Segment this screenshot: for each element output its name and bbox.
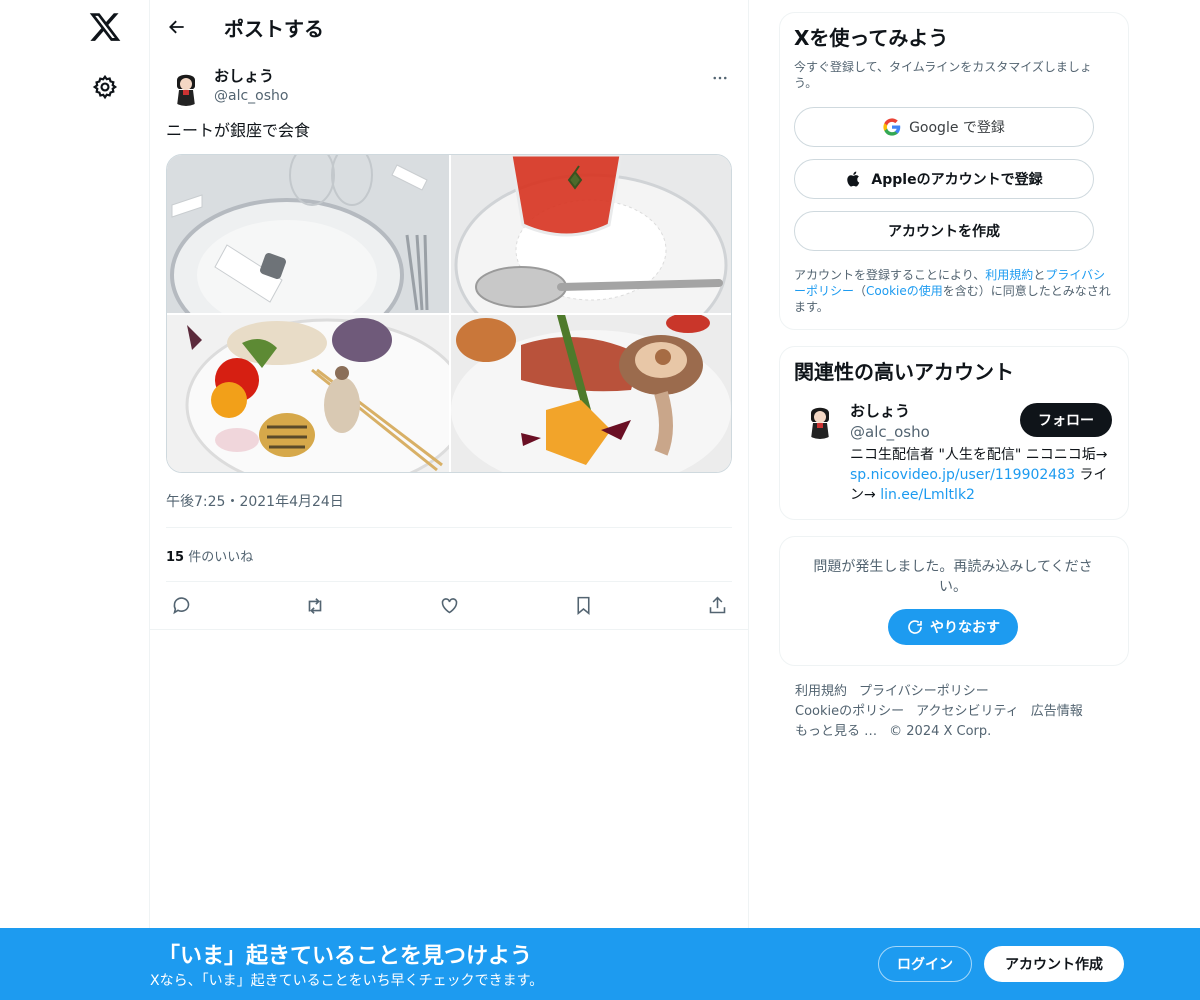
post-actions [150,582,748,630]
bookmark-icon[interactable] [572,595,594,617]
apple-signup-button[interactable]: Appleのアカウントで登録 [794,159,1094,199]
footer-row-2: Cookieのポリシー アクセシビリティ 広告情報 [795,702,1129,722]
post-media-grid [166,154,732,473]
top-bar: ポストする [150,0,748,54]
post: おしょう @alc_osho ニートが銀座で会食 午後7:25・2021年4月2… [150,66,748,630]
related-avatar[interactable] [800,399,840,439]
main-column: ポストする おしょう @alc_osho ニートが銀座で会食 午後7:25・20… [149,0,749,1000]
page-title: ポストする [224,16,324,41]
author-display-name[interactable]: おしょう [214,66,288,86]
apple-signup-label: Appleのアカウントで登録 [871,172,1043,188]
footer-more-link[interactable]: もっと見る … [795,724,877,739]
bio-link-nicovideo[interactable]: sp.nicovideo.jp/user/119902483 [850,467,1075,483]
gear-icon[interactable] [92,74,118,100]
signup-title: Xを使ってみよう [794,26,949,50]
bio-link-line[interactable]: lin.ee/Lmltlk2 [880,487,975,503]
footer-row-1: 利用規約 プライバシーポリシー [795,682,1129,702]
back-arrow-icon[interactable] [166,16,188,38]
signup-card: Xを使ってみよう 今すぐ登録して、タイムラインをカスタマイズしましょう。 Goo… [779,12,1129,330]
post-text: ニートが銀座で会食 [166,121,311,140]
like-icon[interactable] [438,595,460,617]
share-icon[interactable] [706,595,728,617]
post-photo-2[interactable] [451,155,731,313]
likes-count[interactable]: 15 件のいいね [166,528,732,582]
footer-links: 利用規約 プライバシーポリシー Cookieのポリシー アクセシビリティ 広告情報 も… [779,682,1129,742]
related-title: 関連性の高いアカウント [794,360,1014,384]
footer-privacy-link[interactable]: プライバシーポリシー [859,684,989,699]
footer-cookie-link[interactable]: Cookieのポリシー [795,704,904,719]
legal-and: と [1033,268,1046,282]
terms-link[interactable]: 利用規約 [985,268,1033,282]
create-account-label: アカウントを作成 [888,224,1000,240]
signup-legal-text: アカウントを登録することにより、利用規約とプライバシーポリシー（Cookieの使… [794,267,1112,315]
repost-icon[interactable] [304,595,326,617]
bio-prefix: ニコ生配信者 "人生を配信" ニコニコ垢→ [850,447,1108,463]
signup-subtitle: 今すぐ登録して、タイムラインをカスタマイズしましょう。 [794,60,1092,90]
likes-label: 件のいいね [184,550,254,565]
footer-ads-link[interactable]: 広告情報 [1031,704,1083,719]
apple-icon [847,171,860,187]
create-account-button[interactable]: アカウントを作成 [794,211,1094,251]
follow-button[interactable]: フォロー [1020,403,1112,437]
footer-accessibility-link[interactable]: アクセシビリティ [916,704,1019,719]
author-names: おしょう @alc_osho [214,66,288,106]
signup-banner: 「いま」起きていることを見つけよう Xなら、「いま」起きていることをいち早くチェ… [0,928,1200,1000]
retry-button[interactable]: やりなおす [888,609,1018,645]
legal-prefix: アカウントを登録することにより、 [794,268,986,282]
banner-subtitle: Xなら、「いま」起きていることをいち早くチェックできます。 [150,973,544,989]
reply-icon[interactable] [170,595,192,617]
post-photo-4[interactable] [451,315,731,472]
post-author: おしょう @alc_osho [166,66,732,106]
x-logo-icon[interactable] [88,10,122,44]
banner-title: 「いま」起きていることを見つけよう [158,944,533,969]
post-timestamp[interactable]: 午後7:25・2021年4月24日 [166,491,732,528]
likes-number: 15 [166,550,185,565]
avatar[interactable] [166,66,206,106]
footer-copyright: © 2024 X Corp. [889,724,992,739]
related-accounts-card: 関連性の高いアカウント おしょう @alc_osho ニコ生配信者 "人生を配信… [779,346,1129,520]
banner-login-button[interactable]: ログイン [878,946,972,982]
legal-paren: （ [854,284,867,298]
left-nav [0,0,150,1000]
author-handle[interactable]: @alc_osho [214,86,288,106]
banner-signup-button[interactable]: アカウント作成 [984,946,1124,982]
error-card: 問題が発生しました。再読み込みしてください。 やりなおす [779,536,1129,666]
retry-label: やりなおす [930,620,1000,636]
footer-terms-link[interactable]: 利用規約 [795,684,847,699]
post-photo-3[interactable] [167,315,449,472]
error-message: 問題が発生しました。再読み込みしてください。 [813,559,1093,595]
cookie-link[interactable]: Cookieの使用 [866,284,943,298]
more-options-icon[interactable] [708,66,732,90]
related-account[interactable]: おしょう @alc_osho ニコ生配信者 "人生を配信" ニコニコ垢→ sp.… [794,399,1112,505]
google-icon [883,118,901,136]
google-signup-button[interactable]: Google で登録 [794,107,1094,147]
footer-row-3: もっと見る … © 2024 X Corp. [795,722,1129,742]
refresh-icon [908,620,922,634]
google-signup-label: Google で登録 [909,120,1005,136]
related-bio: ニコ生配信者 "人生を配信" ニコニコ垢→ sp.nicovideo.jp/us… [850,445,1112,505]
post-photo-1[interactable] [167,155,449,313]
right-sidebar: Xを使ってみよう 今すぐ登録して、タイムラインをカスタマイズしましょう。 Goo… [779,12,1129,742]
